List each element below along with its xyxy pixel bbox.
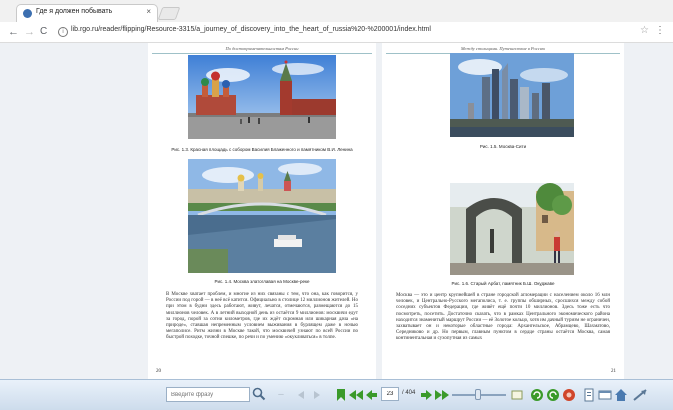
fit-page-icon[interactable] — [510, 388, 524, 402]
search-input[interactable] — [166, 387, 250, 402]
running-head: По достопримечательностям России — [225, 46, 299, 51]
download-icon[interactable] — [582, 388, 596, 402]
next-result-icon[interactable] — [310, 388, 324, 402]
figure-caption: Рис. 1.3. Красная площадь с собором Васи… — [171, 147, 353, 152]
page-total: / 404 — [402, 390, 416, 396]
zoom-slider-handle[interactable] — [475, 389, 481, 400]
last-page-icon[interactable] — [434, 388, 449, 402]
print-icon[interactable] — [598, 388, 612, 402]
new-tab-button[interactable] — [157, 7, 181, 20]
tab-close-button[interactable]: × — [146, 7, 151, 16]
page-number-input[interactable] — [381, 387, 399, 401]
red-square-photo — [188, 55, 336, 139]
fullscreen-icon[interactable] — [632, 388, 647, 402]
next-page-icon[interactable] — [420, 388, 434, 402]
body-text: В Москве хватает проблем, и многие из ни… — [166, 292, 358, 341]
running-head: Между столицами. Путешествие в Россию — [460, 46, 546, 51]
right-page[interactable]: Между столицами. Путешествие в Россию Ри… — [382, 43, 624, 379]
page-number: 21 — [611, 369, 616, 374]
old-arbat-photo — [450, 183, 574, 275]
browser-tab-bar: Где я должен побывать × — [0, 0, 673, 23]
browser-tab[interactable]: Где я должен побывать × — [16, 4, 158, 22]
forward-button[interactable]: → — [24, 25, 35, 39]
previous-result-icon[interactable] — [294, 388, 308, 402]
page-number: 20 — [156, 369, 161, 374]
globe-icon — [23, 9, 32, 18]
tab-title: Где я должен побывать — [36, 8, 113, 15]
info-icon[interactable]: i — [58, 27, 68, 37]
address-bar: ← → C i lib.rgo.ru/reader/flipping/Resou… — [0, 22, 673, 43]
zoom-out-icon[interactable]: − — [274, 388, 288, 402]
browser-menu-icon[interactable]: ⋮ — [655, 25, 665, 36]
help-icon[interactable] — [562, 388, 576, 402]
book-reader: По достопримечательностям России Рис. 1.… — [0, 43, 673, 379]
rotate-right-icon[interactable] — [546, 388, 560, 402]
reader-toolbar: − / 404 — [0, 379, 673, 410]
figure-caption: Рис. 1.4. Москва златоглавая на Москве-р… — [214, 279, 310, 284]
rotate-left-icon[interactable] — [530, 388, 544, 402]
figure-caption: Рис. 1.5. Москва-Сити — [479, 144, 527, 149]
moscow-river-photo — [188, 159, 336, 273]
bookmark-icon[interactable] — [334, 388, 348, 402]
figure-caption: Рис. 1.6. Старый Арбат, памятник Б.Ш. Ок… — [451, 281, 555, 286]
header-rule — [152, 53, 372, 54]
previous-page-icon[interactable] — [364, 388, 378, 402]
url-field[interactable]: lib.rgo.ru/reader/flipping/Resource-3315… — [71, 26, 431, 33]
back-button[interactable]: ← — [8, 25, 19, 39]
moscow-city-photo — [450, 53, 574, 137]
reload-button[interactable]: C — [40, 25, 47, 39]
search-icon[interactable] — [252, 387, 266, 401]
first-page-icon[interactable] — [348, 388, 363, 402]
home-icon[interactable] — [614, 388, 628, 402]
body-text: Москва — это и центр крупнейшей в стране… — [396, 293, 610, 342]
left-page[interactable]: По достопримечательностям России Рис. 1.… — [148, 43, 376, 379]
bookmark-star-icon[interactable]: ☆ — [640, 25, 649, 36]
